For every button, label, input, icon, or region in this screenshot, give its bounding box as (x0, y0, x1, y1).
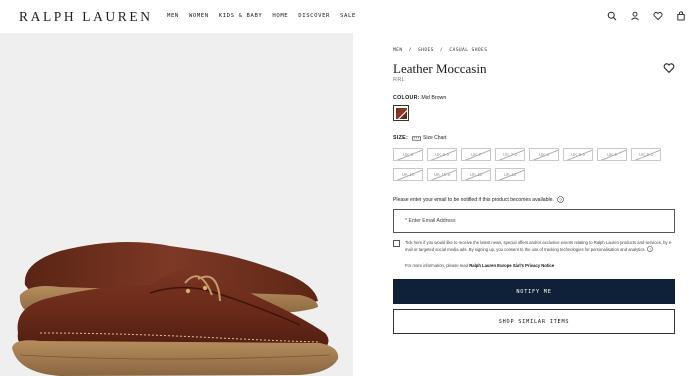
svg-text:i: i (649, 248, 650, 252)
breadcrumb: MEN / SHOES / CASUAL SHOES (393, 48, 490, 53)
colour-label: COLOUR: Mid Brown (393, 95, 446, 101)
nav-item-men[interactable]: MEN (167, 13, 179, 19)
size-option-uk-8-5[interactable]: UK 8.5 (563, 148, 593, 161)
brand-logo[interactable]: RALPH LAUREN (19, 9, 153, 25)
consent-text: Tick here if you would like to receive t… (405, 240, 675, 254)
colour-heading: COLOUR: (393, 95, 420, 101)
size-heading: SIZE: (393, 135, 409, 141)
add-to-wishlist-heart-icon[interactable] (663, 61, 675, 74)
search-icon[interactable] (606, 10, 618, 22)
bag-icon[interactable] (675, 10, 687, 22)
breadcrumb-casual-shoes[interactable]: CASUAL SHOES (449, 48, 487, 53)
account-icon[interactable] (629, 10, 641, 22)
info-icon[interactable]: i (647, 246, 653, 253)
notify-prompt-text: Please enter your email to be notified i… (393, 196, 554, 203)
product-brand: RRL (393, 77, 406, 83)
nav-item-home[interactable]: HOME (272, 13, 288, 19)
size-option-uk-6[interactable]: UK 6 (393, 148, 423, 161)
notify-me-button[interactable]: NOTIFY ME (393, 279, 675, 304)
consent-copy: Tick here if you would like to receive t… (405, 240, 673, 253)
colour-swatch-mid-brown[interactable] (393, 105, 409, 121)
nav-item-sale[interactable]: SALE (340, 13, 356, 19)
breadcrumb-shoes[interactable]: SHOES (418, 48, 434, 53)
size-option-uk-9[interactable]: UK 9 (597, 148, 627, 161)
breadcrumb-men[interactable]: MEN (393, 48, 403, 53)
breadcrumb-separator: / (408, 48, 412, 53)
privacy-notice-link[interactable]: Ralph Lauren Europe Sàrl’s Privacy Notic… (469, 263, 554, 268)
site-header: RALPH LAUREN MEN WOMEN KIDS & BABY HOME … (0, 0, 700, 33)
header-icons (606, 10, 687, 22)
email-field[interactable]: * Enter Email Address (393, 209, 675, 233)
size-option-uk-12[interactable]: UK 12 (495, 168, 525, 181)
notify-prompt: Please enter your email to be notified i… (393, 196, 564, 203)
size-option-uk-11[interactable]: UK 11 (461, 168, 491, 181)
colour-value: Mid Brown (421, 95, 447, 101)
size-option-uk-8[interactable]: UK 8 (529, 148, 559, 161)
size-option-uk-10-5[interactable]: UK 10.5 (427, 168, 457, 181)
size-label: SIZE: Size Chart (393, 135, 446, 141)
main-nav: MEN WOMEN KIDS & BABY HOME DISCOVER SALE (167, 13, 366, 19)
wishlist-icon[interactable] (652, 10, 664, 22)
size-option-uk-10[interactable]: UK 10 (393, 168, 423, 181)
breadcrumb-separator: / (440, 48, 444, 53)
nav-item-discover[interactable]: DISCOVER (298, 13, 330, 19)
nav-item-women[interactable]: WOMEN (189, 13, 209, 19)
size-option-uk-9-5[interactable]: UK 9.5 (631, 148, 661, 161)
consent-checkbox[interactable] (393, 240, 400, 247)
size-option-uk-7[interactable]: UK 7 (461, 148, 491, 161)
privacy-prefix: For more information, please read (405, 263, 469, 268)
moccasin-illustration (12, 242, 339, 376)
shop-similar-items-button[interactable]: SHOP SIMILAR ITEMS (393, 309, 675, 334)
size-option-uk-6-5[interactable]: UK 6.5 (427, 148, 457, 161)
info-icon[interactable]: ? (557, 196, 564, 203)
ruler-icon (412, 136, 422, 141)
svg-text:?: ? (559, 197, 562, 202)
product-image[interactable] (0, 33, 353, 376)
size-chart-link[interactable]: Size Chart (412, 135, 446, 141)
product-title: Leather Moccasin (393, 61, 487, 76)
privacy-info: For more information, please read Ralph … (405, 263, 554, 268)
nav-item-kids-baby[interactable]: KIDS & BABY (219, 13, 263, 19)
size-chart-label: Size Chart (423, 135, 447, 141)
size-option-uk-7-5[interactable]: UK 7.5 (495, 148, 525, 161)
